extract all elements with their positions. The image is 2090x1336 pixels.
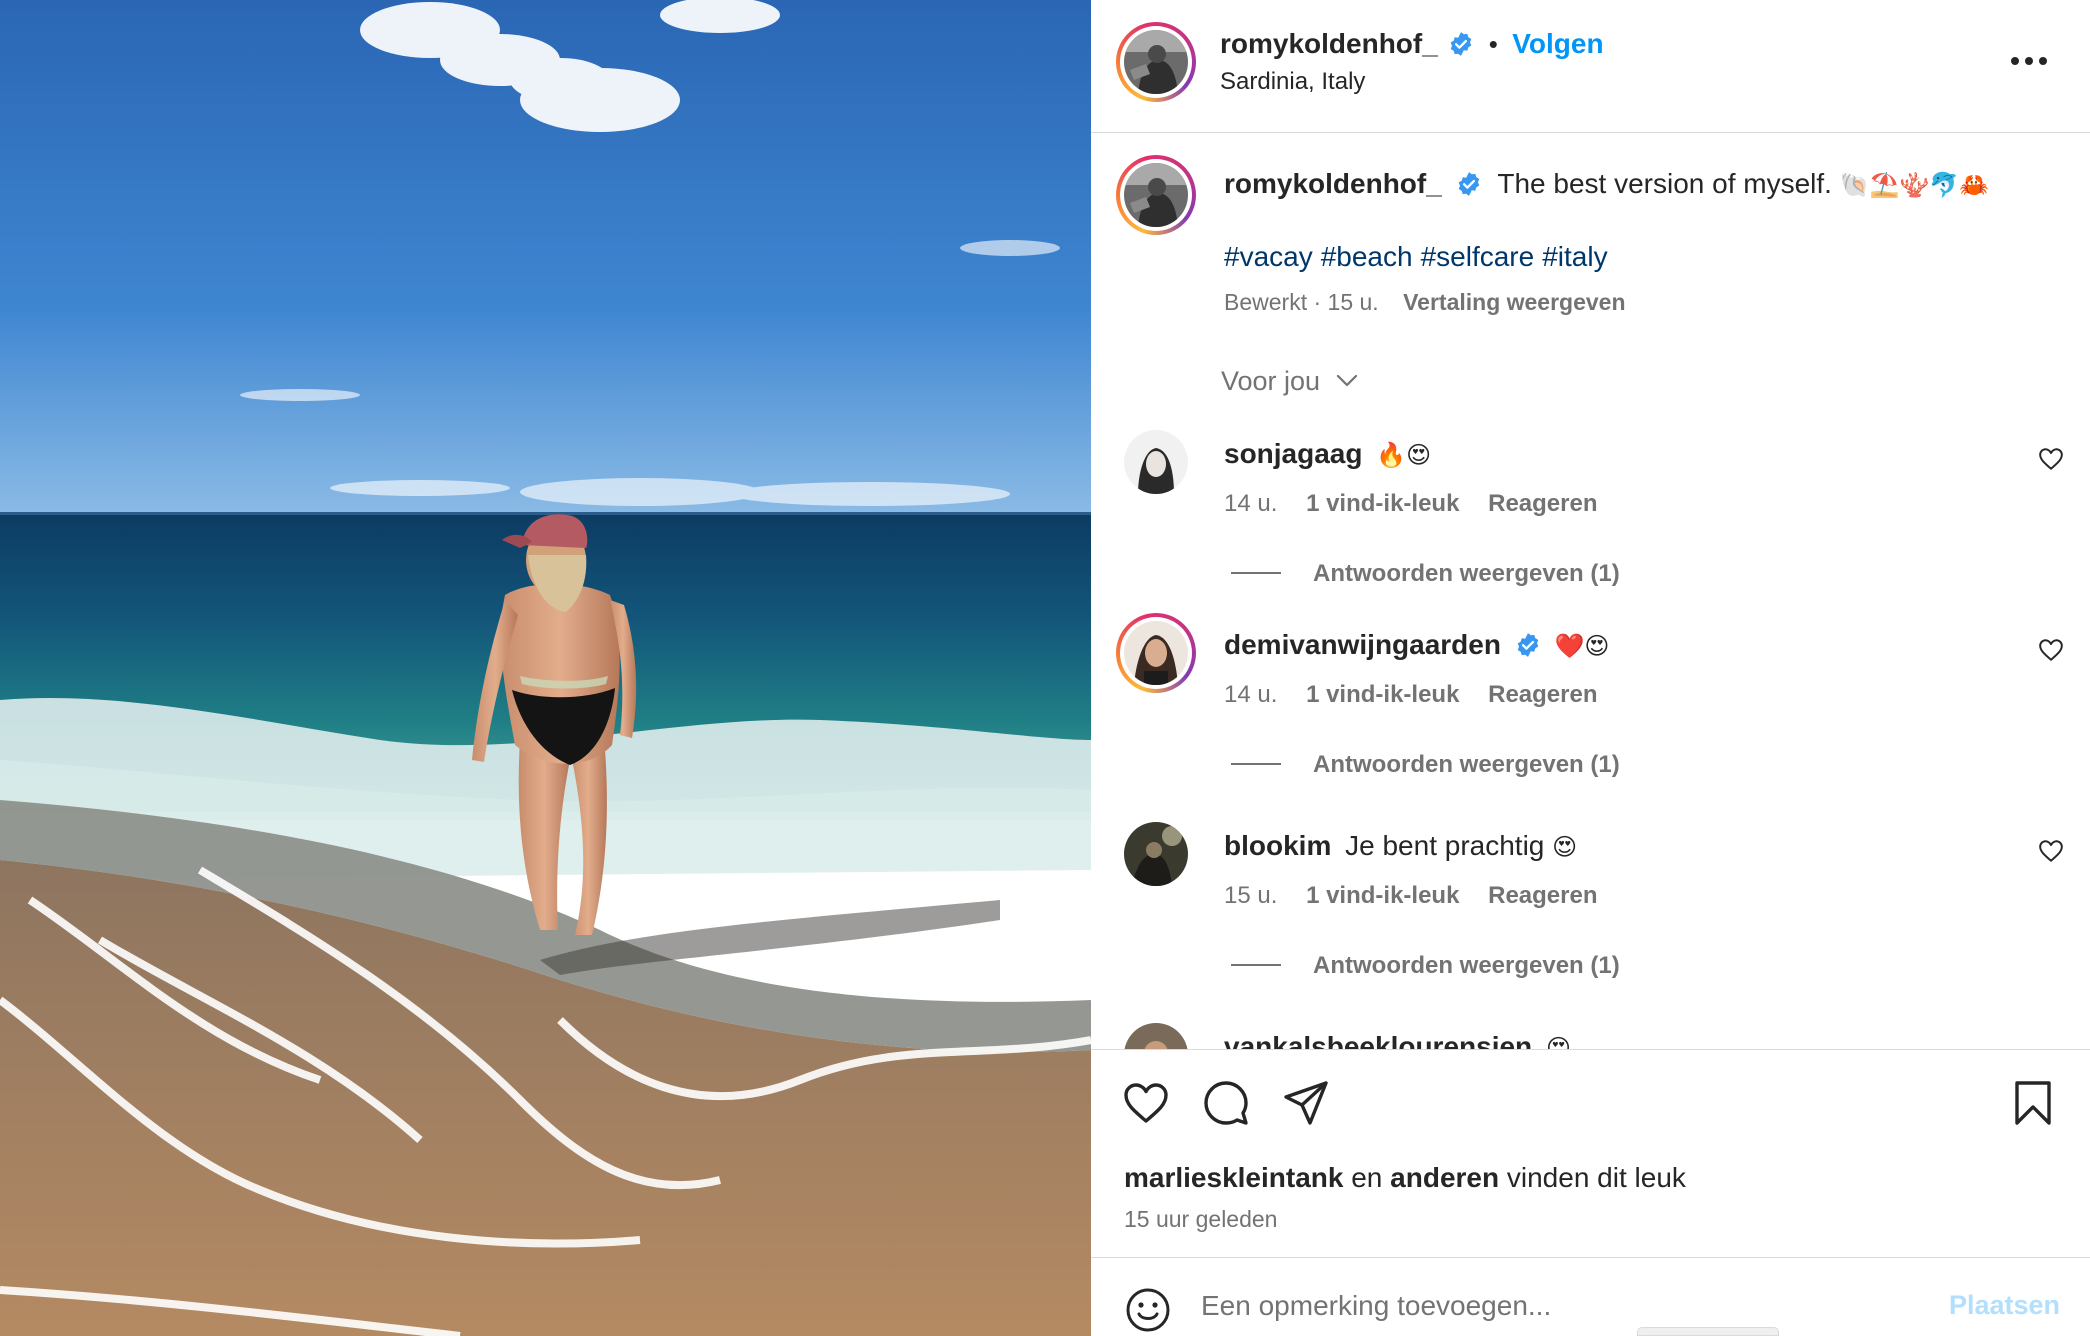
comment-bubble-icon[interactable] xyxy=(1202,1079,1250,1127)
verified-badge-icon xyxy=(1517,633,1539,657)
resize-handle xyxy=(1637,1327,1779,1336)
caption: romykoldenhof_ The best version of mysel… xyxy=(1224,168,1989,200)
verified-badge-icon xyxy=(1458,172,1479,196)
share-send-icon[interactable] xyxy=(1282,1079,1330,1127)
view-replies-button[interactable]: Antwoorden weergeven (1) xyxy=(1231,952,1620,980)
reply-button[interactable]: Reageren xyxy=(1488,882,1597,909)
caption-text: The best version of myself. xyxy=(1497,168,1832,199)
more-horizontal-icon[interactable] xyxy=(2009,52,2049,70)
likes-suffix: vinden dit leuk xyxy=(1506,1162,1686,1193)
hashtag-link[interactable]: #vacay xyxy=(1224,241,1313,272)
comment-emojis: 😍 xyxy=(1552,833,1578,861)
separator: • xyxy=(1488,29,1498,59)
like-heart-icon[interactable] xyxy=(1122,1079,1170,1127)
view-replies-label: Antwoorden weergeven (1) xyxy=(1313,751,1620,778)
comment-likes[interactable]: 1 vind-ik-leuk xyxy=(1306,882,1459,909)
reply-button[interactable]: Reageren xyxy=(1488,681,1597,708)
emoji-picker-icon[interactable] xyxy=(1124,1286,1172,1334)
commenter-username[interactable]: blookim xyxy=(1224,830,1331,861)
comment-emojis: 🔥😍 xyxy=(1376,441,1432,469)
caption-emojis: 🐚⛱️🪸🐬🦀 xyxy=(1839,171,1990,199)
comment-composer: Plaatsen xyxy=(1091,1257,2090,1336)
heart-icon[interactable] xyxy=(2038,838,2064,864)
reply-button[interactable]: Reageren xyxy=(1488,490,1597,517)
commenter-avatar[interactable] xyxy=(1124,1023,1188,1049)
comment-emojis: ❤️😍 xyxy=(1554,632,1610,660)
comments-scroll-area[interactable]: romykoldenhof_ The best version of mysel… xyxy=(1091,133,2090,1049)
caption-author-avatar[interactable] xyxy=(1116,155,1196,235)
hashtag-link[interactable]: #selfcare xyxy=(1421,241,1535,272)
view-replies-label: Antwoorden weergeven (1) xyxy=(1313,952,1620,979)
post-side-panel: romykoldenhof_ • Volgen Sardinia, Italy xyxy=(1091,0,2090,1336)
likes-summary: marlieskleintank en anderen vinden dit l… xyxy=(1124,1162,1686,1194)
comment-likes[interactable]: 1 vind-ik-leuk xyxy=(1306,681,1459,708)
heart-icon[interactable] xyxy=(2038,637,2064,663)
comment-time[interactable]: 15 u. xyxy=(1224,882,1277,909)
verified-badge-icon xyxy=(1450,32,1472,56)
replies-dash xyxy=(1231,572,1281,574)
author-username[interactable]: romykoldenhof_ xyxy=(1220,28,1438,59)
comment-input[interactable] xyxy=(1201,1284,1901,1328)
commenter-avatar[interactable] xyxy=(1116,613,1196,693)
post-timestamp[interactable]: 15 uur geleden xyxy=(1124,1206,1277,1233)
follow-button[interactable]: Volgen xyxy=(1512,28,1603,59)
comment-time[interactable]: 14 u. xyxy=(1224,490,1277,517)
translate-button[interactable]: Vertaling weergeven xyxy=(1403,289,1625,315)
replies-dash xyxy=(1231,763,1281,765)
caption-hashtags: #vacay #beach #selfcare #italy xyxy=(1224,241,1616,273)
caption-username[interactable]: romykoldenhof_ xyxy=(1224,168,1442,199)
comment-sort-dropdown[interactable]: Voor jou xyxy=(1221,366,1358,397)
replies-dash xyxy=(1231,964,1281,966)
save-bookmark-icon[interactable] xyxy=(2009,1079,2057,1127)
commenter-avatar[interactable] xyxy=(1124,430,1188,494)
commenter-username[interactable]: demivanwijngaarden xyxy=(1224,629,1501,660)
comment-item: blookim Je bent prachtig 😍 15 u. 1 vind-… xyxy=(1091,822,2090,1022)
view-replies-button[interactable]: Antwoorden weergeven (1) xyxy=(1231,751,1620,779)
sort-label: Voor jou xyxy=(1221,366,1321,396)
liker-username[interactable]: marlieskleintank xyxy=(1124,1162,1343,1193)
caption-meta: Bewerkt · 15 u. Vertaling weergeven xyxy=(1224,289,1626,315)
commenter-username[interactable]: sonjagaag xyxy=(1224,438,1362,469)
hashtag-link[interactable]: #italy xyxy=(1542,241,1607,272)
author-avatar[interactable] xyxy=(1116,22,1196,102)
post-comment-button[interactable]: Plaatsen xyxy=(1949,1290,2060,1321)
likes-and: en xyxy=(1351,1162,1383,1193)
view-replies-label: Antwoorden weergeven (1) xyxy=(1313,560,1620,587)
hashtag-link[interactable]: #beach xyxy=(1321,241,1413,272)
chevron-down-icon xyxy=(1336,374,1357,387)
comment-text: Je bent prachtig xyxy=(1345,830,1545,861)
likes-others[interactable]: anderen xyxy=(1390,1162,1499,1193)
post-actions: marlieskleintank en anderen vinden dit l… xyxy=(1091,1049,2090,1258)
comment-item: sonjagaag 🔥😍 14 u. 1 vind-ik-leuk Reager… xyxy=(1091,430,2090,630)
commenter-username[interactable]: vankalsbeeklourensien xyxy=(1224,1031,1532,1049)
heart-icon[interactable] xyxy=(2038,446,2064,472)
comment-item: demivanwijngaarden ❤️😍 14 u. 1 vind-ik-l… xyxy=(1091,613,2090,821)
caption-time[interactable]: 15 u. xyxy=(1328,289,1379,315)
post-location[interactable]: Sardinia, Italy xyxy=(1220,68,1365,96)
comment-item: vankalsbeeklourensien 😍 xyxy=(1091,1023,2090,1049)
view-replies-button[interactable]: Antwoorden weergeven (1) xyxy=(1231,560,1620,588)
comment-likes[interactable]: 1 vind-ik-leuk xyxy=(1306,490,1459,517)
commenter-avatar[interactable] xyxy=(1124,822,1188,886)
comment-time[interactable]: 14 u. xyxy=(1224,681,1277,708)
edited-label: Bewerkt xyxy=(1224,289,1308,315)
comment-emojis: 😍 xyxy=(1545,1034,1571,1049)
post-header: romykoldenhof_ • Volgen Sardinia, Italy xyxy=(1091,0,2090,133)
post-image[interactable] xyxy=(0,0,1091,1336)
